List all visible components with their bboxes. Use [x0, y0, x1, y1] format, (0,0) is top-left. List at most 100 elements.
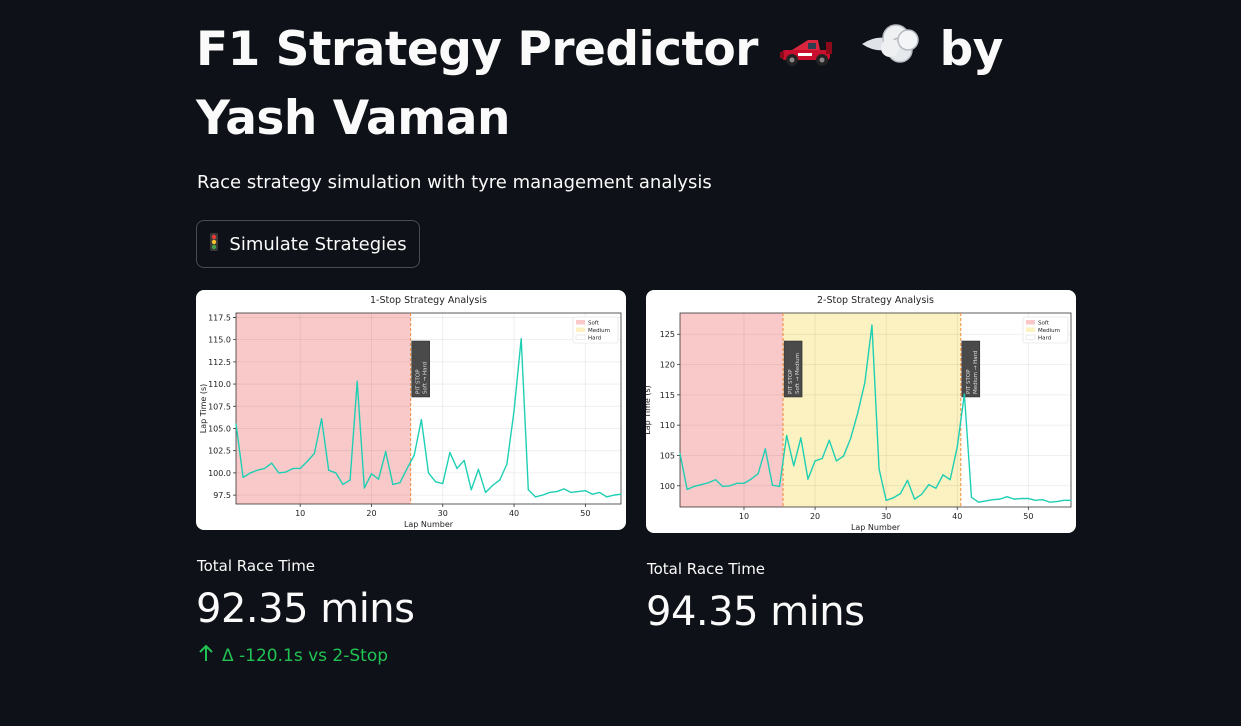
y-tick-label: 97.5: [213, 491, 231, 500]
lap-time-point: [985, 500, 987, 502]
x-tick-label: 50: [1023, 512, 1033, 521]
lap-time-point: [679, 453, 681, 455]
x-tick-label: 10: [295, 509, 305, 518]
chart-title: 2-Stop Strategy Analysis: [817, 295, 934, 306]
lap-time-point: [385, 450, 387, 453]
lap-time-point: [513, 410, 515, 412]
lap-time-point: [743, 482, 745, 484]
lap-time-point: [599, 491, 601, 494]
lap-time-point: [235, 423, 237, 425]
lap-time-point: [342, 483, 344, 486]
lap-time-point: [506, 463, 508, 465]
lap-time-point: [620, 493, 622, 495]
one-stop-chart-svg: 1-Stop Strategy Analysis 10 20 30 40 50 97.5 10…: [199, 295, 622, 529]
lap-time-point: [1056, 500, 1058, 503]
lap-time-point: [1006, 496, 1008, 498]
lap-time-point: [821, 457, 823, 460]
pit-stop-annotation-text: Soft → Hard: [423, 362, 429, 394]
lap-time-point: [892, 497, 894, 499]
x-tick-label: 30: [881, 512, 891, 521]
legend-label-hard: Hard: [588, 336, 601, 342]
y-tick-label: 105: [660, 451, 675, 460]
lap-time-point: [520, 338, 522, 340]
lap-time-point: [399, 482, 401, 484]
y-tick-label: 100: [660, 482, 675, 491]
lap-time-point: [714, 479, 717, 481]
shaded-region-soft: [680, 313, 784, 507]
lap-time-point: [549, 491, 551, 494]
simulate-strategies-button[interactable]: Simulate Strategies: [196, 220, 420, 268]
lap-time-point: [278, 472, 280, 474]
simulate-strategies-label: Simulate Strategies: [229, 233, 407, 255]
y-tick-label: 120: [660, 361, 675, 370]
lap-time-point: [563, 488, 565, 490]
lap-time-point: [534, 496, 537, 498]
pit-stop-annotation-text: PIT STOP: [788, 369, 794, 394]
lap-time-point: [242, 476, 244, 478]
lap-time-point: [292, 467, 294, 470]
lap-time-point: [406, 467, 408, 470]
race-car-icon: [778, 21, 836, 85]
x-tick-label: 50: [580, 509, 590, 518]
lap-time-point: [1034, 499, 1037, 501]
legend-swatch-soft: [1026, 320, 1035, 325]
x-tick-label: 10: [739, 512, 749, 521]
lap-time-point: [999, 498, 1001, 500]
lap-time-point: [786, 434, 788, 437]
legend-swatch-medium: [576, 327, 585, 332]
lap-time-point: [606, 496, 608, 498]
chart-title: 1-Stop Strategy Analysis: [370, 295, 487, 306]
lap-time-point: [956, 446, 958, 448]
lap-time-point: [463, 459, 465, 462]
lap-time-point: [885, 499, 887, 501]
lap-time-point: [456, 467, 458, 470]
lap-time-point: [363, 487, 365, 489]
lap-time-point: [722, 485, 724, 487]
lap-time-point: [921, 493, 923, 495]
metric-delta-text: Δ -120.1s vs 2-Stop: [222, 645, 389, 666]
legend-label-soft: Soft: [588, 321, 600, 327]
lap-time-point: [541, 494, 544, 496]
lap-time-point: [420, 419, 422, 421]
lap-time-point: [556, 490, 558, 493]
lap-time-point: [914, 498, 916, 500]
y-tick-label: 110.0: [208, 380, 231, 389]
lap-time-point: [442, 482, 444, 485]
lap-time-point: [470, 489, 472, 491]
y-tick-label: 100.0: [208, 469, 231, 478]
lap-time-point: [435, 481, 437, 483]
lap-time-point: [764, 448, 766, 450]
lap-time-point: [899, 493, 901, 495]
lap-time-point: [686, 488, 688, 491]
legend-swatch-hard: [575, 334, 586, 340]
lap-time-point: [878, 468, 880, 470]
legend-label-soft: Soft: [1038, 321, 1050, 327]
two-stop-chart-svg: 2-Stop Strategy Analysis 10 20 30 40 50 100 105…: [646, 295, 1072, 532]
y-axis-label: Lap Time (s): [199, 384, 208, 434]
legend-swatch-medium: [1026, 327, 1035, 332]
metric-label-one-stop: Total Race Time: [197, 557, 316, 575]
lap-time-point: [793, 465, 795, 467]
lap-time-point: [1020, 497, 1022, 500]
metric-label-two-stop: Total Race Time: [647, 560, 766, 578]
lap-time-point: [591, 493, 594, 495]
lap-time-point: [584, 490, 586, 492]
lap-time-point: [477, 468, 480, 470]
y-tick-label: 110: [660, 421, 675, 430]
lap-time-point: [1049, 501, 1051, 503]
lap-time-point: [370, 473, 373, 475]
shaded-region-soft: [236, 313, 411, 504]
x-tick-label: 20: [366, 509, 376, 518]
lap-time-point: [871, 324, 873, 326]
lap-time-point: [800, 437, 802, 439]
page-title: F1 Strategy Predictor by Yash Vaman: [196, 18, 1096, 151]
lap-time-point: [263, 467, 266, 470]
lap-time-point: [1070, 499, 1072, 501]
lap-time-point: [977, 501, 980, 503]
lap-time-point: [392, 483, 394, 486]
title-text: F1 Strategy Predictor: [196, 22, 758, 77]
lap-time-point: [1063, 499, 1065, 501]
lap-time-point: [850, 437, 852, 440]
y-tick-label: 105.0: [208, 424, 231, 433]
lap-time-point: [963, 393, 965, 395]
